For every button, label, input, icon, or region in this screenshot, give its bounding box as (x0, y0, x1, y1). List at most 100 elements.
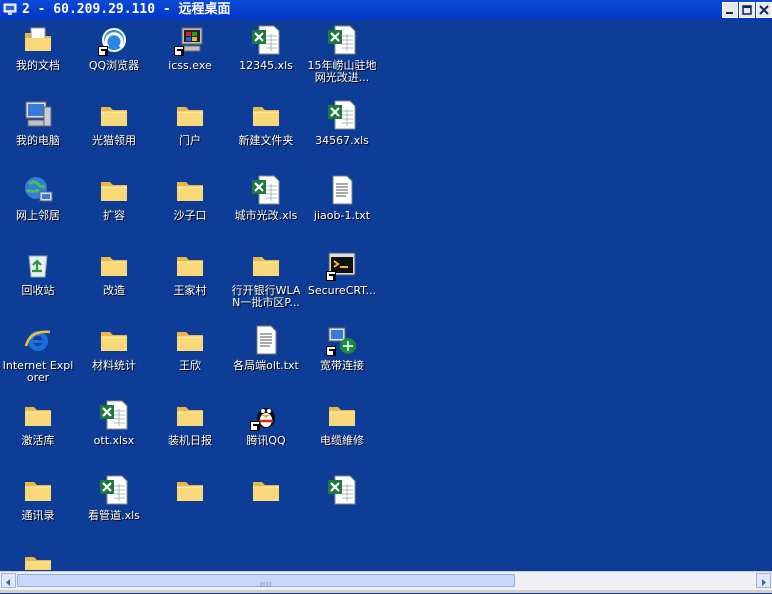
scroll-right-button[interactable] (756, 573, 771, 588)
qq-browser-icon (98, 24, 130, 56)
shortcut-arrow-icon (250, 421, 260, 431)
desktop-icon[interactable]: 腾讯QQ (228, 399, 304, 447)
desktop-icon-label: 15年崂山驻地网光改进... (307, 59, 377, 84)
desktop-icon[interactable]: ott.xlsx (76, 399, 152, 447)
excel-file-icon (98, 399, 130, 431)
desktop-icon-label: 各局端olt.txt (233, 359, 299, 372)
desktop-icon-label: 材料统计 (92, 359, 136, 372)
restore-icon (742, 5, 752, 15)
horizontal-scrollbar[interactable] (0, 571, 772, 590)
desktop-icon[interactable]: SecureCRT... (304, 249, 380, 297)
folder-icon (22, 549, 54, 570)
desktop-icon[interactable]: 王家村 (152, 249, 228, 297)
desktop-icon-label: 城市光改.xls (234, 209, 298, 222)
folder-icon (250, 249, 282, 281)
desktop-icon[interactable]: 行开银行WLAN一批市区P... (228, 249, 304, 309)
desktop-icon[interactable]: 各局端olt.txt (228, 324, 304, 372)
desktop-icon-label: 宽带连接 (320, 359, 364, 372)
folder-icon (174, 174, 206, 206)
folder-icon (174, 474, 206, 506)
network-places-icon (22, 174, 54, 206)
desktop-icon-label: 我的电脑 (16, 134, 60, 147)
folder-icon (22, 399, 54, 431)
desktop-icon[interactable]: 门户 (152, 99, 228, 147)
desktop-icon[interactable]: 光猫领用 (76, 99, 152, 147)
internet-explorer-icon (22, 324, 54, 356)
desktop-icon[interactable]: 回收站 (0, 249, 76, 297)
restore-button[interactable] (739, 2, 755, 18)
desktop-icon[interactable]: 15年崂山驻地网光改进... (304, 24, 380, 84)
desktop-icon[interactable]: 12345.xls (228, 24, 304, 72)
text-file-icon (250, 324, 282, 356)
desktop-icon-label: 沙子口 (173, 209, 207, 222)
desktop-icon-label: 腾讯QQ (246, 434, 286, 447)
desktop-icon[interactable]: 电缆維修 (304, 399, 380, 447)
desktop-icon[interactable]: 新建文件夹 (228, 99, 304, 147)
desktop-icon[interactable]: 装机日报 (152, 399, 228, 447)
desktop-icon[interactable]: 通讯录 (0, 474, 76, 522)
desktop-icon-label: 王家村 (173, 284, 207, 297)
desktop-icon[interactable]: 王欣 (152, 324, 228, 372)
desktop-icon-label: 通讯录 (21, 509, 55, 522)
desktop-icon[interactable]: 沙子口 (152, 174, 228, 222)
folder-icon (174, 249, 206, 281)
broadband-connection-icon (326, 324, 358, 356)
my-documents-icon (22, 24, 54, 56)
desktop-icon-label: 看管道.xls (88, 509, 140, 522)
desktop-icon-label: 回收站 (21, 284, 55, 297)
desktop-icon[interactable]: 看管道.xls (76, 474, 152, 522)
folder-icon (250, 99, 282, 131)
desktop-icon-label: 我的文档 (16, 59, 60, 72)
desktop-icon[interactable]: 材料统计 (76, 324, 152, 372)
desktop-icon[interactable]: QQ浏览器 (76, 24, 152, 72)
desktop-icon-label: 装机日报 (168, 434, 212, 447)
scroll-left-button[interactable] (1, 573, 16, 588)
desktop-icon-label: 扩容 (103, 209, 125, 222)
desktop-icon[interactable]: 我的电脑 (0, 99, 76, 147)
qq-icon (250, 399, 282, 431)
remote-desktop-area: 我的文档 QQ浏览器 icss.exe 12345.xls 15年崂山驻地网光改进...… (0, 20, 772, 570)
desktop-icon[interactable] (304, 474, 380, 510)
excel-file-icon (250, 24, 282, 56)
desktop-icon-label: 王欣 (179, 359, 201, 372)
desktop-icon[interactable]: 网上邻居 (0, 174, 76, 222)
shortcut-arrow-icon (98, 46, 108, 56)
folder-icon (250, 474, 282, 506)
desktop-icon-label: 34567.xls (315, 134, 369, 147)
desktop-icon-label: 电缆維修 (320, 434, 364, 447)
desktop-icon[interactable]: icss.exe (152, 24, 228, 72)
desktop-icon[interactable]: 扩容 (76, 174, 152, 222)
title-bar: 2 - 60.209.29.110 - 远程桌面 (0, 0, 772, 20)
desktop-icon[interactable]: 改造 (76, 249, 152, 297)
desktop-icon[interactable]: 宽带连接 (304, 324, 380, 372)
exe-icon (174, 24, 206, 56)
desktop-icon-label: 门户 (179, 134, 201, 147)
excel-file-icon (326, 474, 358, 506)
desktop-icon-label: 行开银行WLAN一批市区P... (231, 284, 301, 309)
desktop-icon[interactable]: 我的文档 (0, 24, 76, 72)
desktop-icon[interactable] (228, 474, 304, 510)
desktop-icon[interactable]: 城市光改.xls (228, 174, 304, 222)
chevron-left-icon (6, 579, 10, 586)
remote-desktop-icon (3, 3, 17, 16)
desktop-icon[interactable] (0, 549, 76, 570)
recycle-bin-icon (22, 249, 54, 281)
desktop-icon-label: 新建文件夹 (238, 134, 294, 147)
scrollbar-thumb[interactable] (17, 574, 515, 587)
desktop-icon-label: Internet Explorer (2, 359, 74, 384)
desktop-icon[interactable] (152, 474, 228, 510)
folder-icon (98, 324, 130, 356)
desktop-icon-label: 网上邻居 (16, 209, 60, 222)
minimize-button[interactable] (722, 2, 738, 18)
desktop-icon[interactable]: 34567.xls (304, 99, 380, 147)
desktop-icon[interactable]: 激活库 (0, 399, 76, 447)
desktop-icon[interactable]: jiaob-1.txt (304, 174, 380, 222)
chevron-right-icon (762, 579, 766, 586)
minimize-icon (726, 12, 733, 14)
desktop-icon[interactable]: Internet Explorer (0, 324, 76, 384)
close-button[interactable] (756, 2, 772, 18)
desktop-icon-label: 激活库 (21, 434, 55, 447)
excel-file-icon (326, 24, 358, 56)
my-computer-icon (22, 99, 54, 131)
folder-icon (326, 399, 358, 431)
